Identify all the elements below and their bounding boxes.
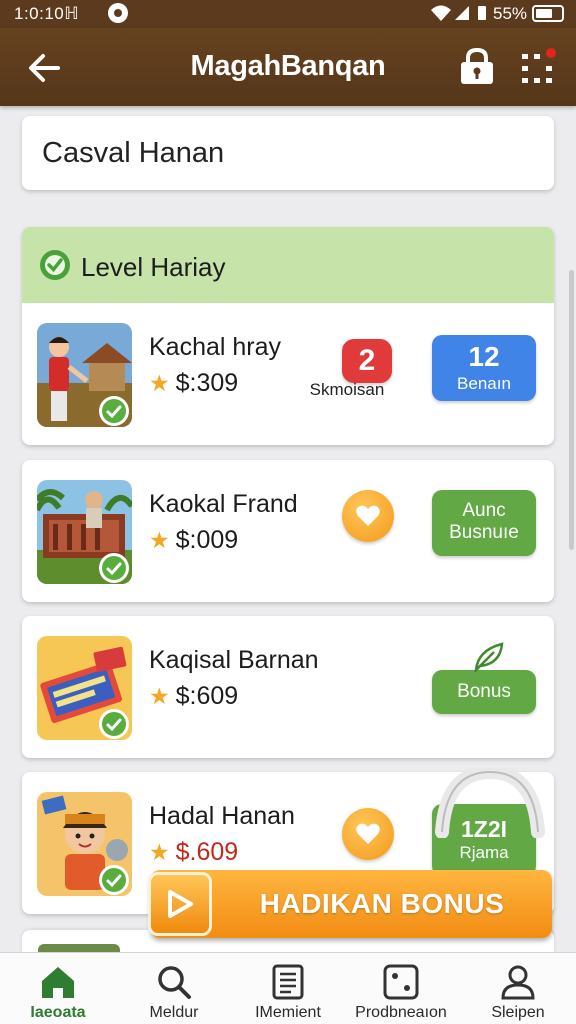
heart-icon	[356, 505, 380, 526]
item-price: ★ $:009	[149, 526, 239, 554]
count-badge: 2	[342, 339, 392, 383]
item-name: Hadal Hanan	[149, 802, 295, 830]
star-icon: ★	[149, 683, 170, 709]
nav-label: Iaeoata	[30, 1004, 86, 1021]
owned-check-icon	[99, 553, 129, 583]
bonus-button[interactable]: Bonus	[432, 670, 536, 714]
item-price: ★ $.609	[149, 838, 239, 866]
search-field[interactable]: Casval Hanan	[22, 116, 554, 190]
heart-icon	[356, 823, 380, 844]
search-icon	[158, 966, 191, 999]
favorite-button[interactable]	[342, 490, 394, 542]
star-icon: ★	[149, 370, 170, 396]
pill-label: Rjama	[459, 843, 509, 862]
battery-percent: 55%	[493, 4, 528, 23]
wifi-icon	[431, 5, 451, 21]
play-icon	[148, 872, 212, 936]
list-item[interactable]: Kaokal Frand ★ $:009 Aunc Busnuıe	[22, 460, 554, 602]
favorite-button[interactable]	[342, 808, 394, 860]
dice-icon	[383, 964, 419, 1000]
check-circle-icon	[40, 250, 70, 280]
bottom-nav: Iaeoata Meldur IMemient Prodbneaıon Slei…	[0, 952, 576, 1024]
pill-label: Bonus	[457, 681, 511, 702]
owned-check-icon	[99, 396, 129, 426]
leaf-icon	[474, 642, 504, 672]
status-bar: 1:0:10ℍ 55%	[0, 0, 576, 28]
lock-icon[interactable]	[458, 46, 496, 86]
pill-line2: Busnuıe	[449, 522, 519, 543]
cta-label: HADIKAN BONUS	[259, 888, 505, 919]
basket-handle-icon	[435, 768, 545, 838]
person-icon	[501, 965, 535, 1000]
sim-icon	[478, 6, 486, 20]
item-name: Kaqisal Barnan	[149, 646, 319, 674]
owned-check-icon	[99, 709, 129, 739]
item-price: ★ $:309	[149, 369, 239, 397]
pill-line1: Aunc	[462, 500, 506, 521]
count-label: Skmoisan	[309, 380, 385, 399]
item-name: Kachal hray	[149, 333, 282, 361]
auto-business-button[interactable]: Aunc Busnuıe	[432, 490, 536, 556]
item-price: ★ $:609	[149, 682, 239, 710]
list-icon	[272, 964, 304, 1000]
star-icon: ★	[149, 527, 170, 553]
item-name: Kaokal Frand	[149, 490, 298, 518]
star-icon: ★	[149, 839, 170, 865]
nav-item-list[interactable]: IMemient	[230, 953, 346, 1024]
battery-icon	[532, 5, 564, 22]
status-time: 1:0:10ℍ	[14, 4, 80, 23]
level-title: Level Hariay	[81, 252, 226, 282]
app-bar: MagahBanqan	[0, 28, 576, 106]
level-card: Level Hariay Kachal hray ★ $:309 2 12 Be…	[22, 227, 554, 445]
nav-label: Meldur	[149, 1004, 199, 1021]
list-item[interactable]: Kachal hray ★ $:309 2 12 Benaın	[22, 303, 554, 445]
claim-bonus-button[interactable]: HADIKAN BONUS	[148, 870, 552, 938]
notification-icon	[108, 3, 128, 23]
pill-number: 12	[468, 341, 500, 372]
nav-item-profile[interactable]: Sleipen	[460, 953, 576, 1024]
search-value: Casval Hanan	[42, 137, 225, 169]
list-item[interactable]: Kaqisal Barnan ★ $:609 Bonus	[22, 616, 554, 758]
bonus-pill-button[interactable]: 12 Benaın	[432, 335, 536, 401]
home-icon	[42, 967, 74, 998]
signal-icon	[455, 6, 469, 20]
grid-dots-icon[interactable]	[518, 46, 558, 86]
owned-check-icon	[99, 865, 129, 895]
level-header[interactable]: Level Hariay	[22, 227, 554, 303]
pill-label: Benaın	[457, 374, 511, 393]
nav-item-search[interactable]: Meldur	[116, 953, 232, 1024]
nav-label: Prodbneaıon	[355, 1004, 447, 1021]
scrollbar[interactable]	[569, 270, 574, 550]
nav-label: Sleipen	[491, 1004, 545, 1021]
nav-item-products[interactable]: Prodbneaıon	[343, 953, 459, 1024]
nav-label: IMemient	[255, 1004, 321, 1021]
nav-item-home[interactable]: Iaeoata	[0, 953, 116, 1024]
